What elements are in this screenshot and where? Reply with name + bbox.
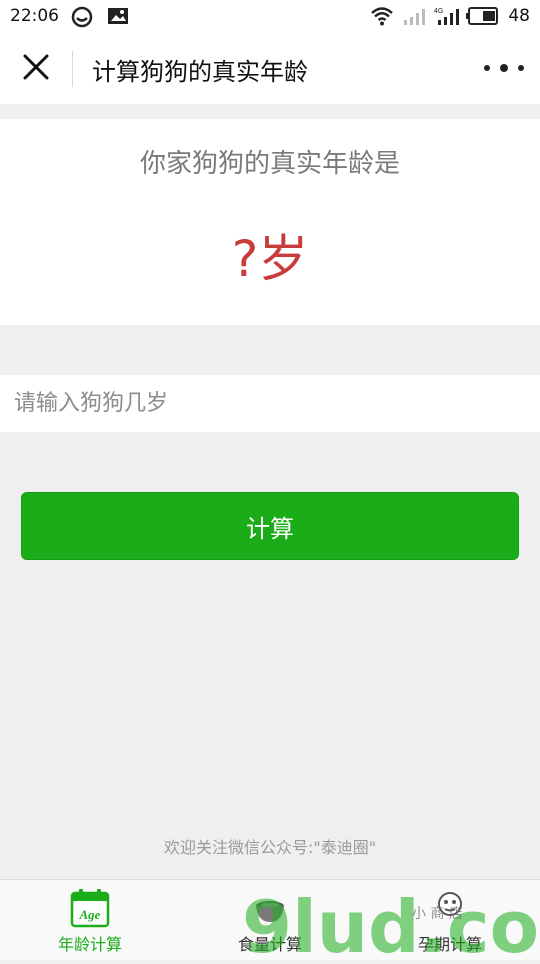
pregnancy-icon: [430, 888, 470, 928]
status-time: 22:06: [10, 6, 59, 26]
nav-bar: 计算狗狗的真实年龄: [0, 34, 540, 104]
more-icon: [484, 65, 490, 71]
more-button[interactable]: [484, 58, 524, 78]
tab-label-food: 食量计算: [237, 935, 302, 954]
more-icon-dot: [518, 65, 524, 71]
tab-label-age: 年龄计算: [57, 935, 122, 954]
calculate-button[interactable]: 计算: [21, 492, 519, 560]
dog-age-input-container: [0, 375, 540, 432]
page-title: 计算狗狗的真实年龄: [92, 58, 308, 86]
svg-text:4G: 4G: [434, 8, 443, 15]
tab-pregnancy-calculation[interactable]: 孕期计算: [360, 880, 540, 961]
status-bar-left: 22:06: [10, 6, 131, 28]
close-button[interactable]: [16, 52, 56, 86]
close-icon: [23, 54, 49, 84]
footer-note: 欢迎关注微信公众号:"泰迪圈": [163, 838, 377, 857]
gallery-notification-icon: [107, 6, 131, 26]
status-bar-right: 4G 48: [370, 6, 530, 26]
more-icon-dot: [500, 64, 508, 72]
nav-divider: [72, 51, 73, 87]
battery-icon: [466, 6, 500, 26]
result-question: 你家狗狗的真实年龄是: [139, 149, 400, 179]
tab-age-calculation[interactable]: Age 年龄计算: [0, 880, 180, 961]
result-card: 你家狗狗的真实年龄是 ?岁: [0, 119, 540, 325]
age-icon-text: Age: [79, 907, 101, 922]
battery-level: 48: [508, 6, 530, 26]
wifi-icon: [370, 6, 394, 26]
4g-signal-icon: 4G: [434, 6, 460, 26]
signal-icon: [402, 6, 426, 26]
age-calendar-icon: Age: [70, 888, 110, 928]
tab-bar: Age 年龄计算 食量计算 孕期计算: [0, 879, 540, 960]
food-bowl-icon: [250, 888, 290, 928]
status-bar: 22:06 4G 48: [0, 0, 540, 34]
circle-app-icon: [71, 6, 95, 28]
result-value: ?岁: [231, 230, 309, 288]
dog-age-input[interactable]: [0, 375, 510, 432]
tab-label-pregnancy: 孕期计算: [417, 935, 482, 954]
tab-food-calculation[interactable]: 食量计算: [180, 880, 360, 961]
